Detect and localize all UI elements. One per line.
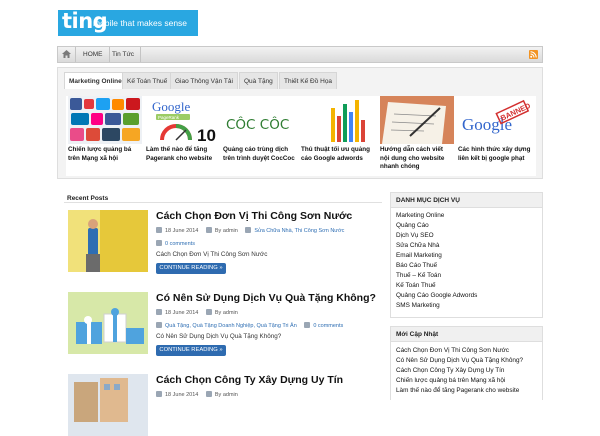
post-author[interactable]: By admin: [215, 310, 238, 316]
tab-qua-tang[interactable]: Quà Tặng: [239, 72, 278, 89]
writing-thumbnail: [380, 96, 454, 144]
nav-news[interactable]: Tin Tức: [106, 47, 142, 62]
post-excerpt: Cách Chọn Đơn Vị Thi Công Sơn Nước: [156, 251, 268, 258]
post-thumbnail[interactable]: [68, 374, 148, 436]
calendar-icon: [156, 391, 162, 397]
coccoc-logo-text: CÔC CÔC: [226, 115, 289, 133]
featured-caption: Quảng cáo trùng dịch trên trình duyệt Co…: [223, 146, 295, 162]
calendar-icon: [156, 309, 162, 315]
update-link[interactable]: Làm thế nào để tăng Pagerank cho website: [396, 387, 519, 394]
service-link[interactable]: Quảng Cáo: [396, 222, 429, 229]
comment-count[interactable]: 0 comments: [165, 241, 195, 247]
tab-thiet-ke-do-hoa[interactable]: Thiết Kế Đồ Họa: [279, 72, 338, 89]
post-title[interactable]: Cách Chọn Đơn Vị Thi Công Sơn Nước: [156, 210, 352, 222]
featured-caption: Hướng dẫn cách viết nội dung cho website…: [380, 146, 445, 170]
featured-caption: Chiến lược quảng bá trên Mạng xã hội: [68, 146, 132, 162]
featured-box: Marketing Online Kế Toán Thuế Giao Thông…: [57, 67, 543, 179]
folder-icon: [156, 322, 162, 328]
update-link[interactable]: Cách Chọn Công Ty Xây Dựng Uy Tín: [396, 367, 504, 374]
service-link[interactable]: Báo Cáo Thuế: [396, 262, 437, 269]
rss-icon[interactable]: [529, 50, 538, 59]
post-meta: 18 June 2014 By admin: [156, 309, 244, 316]
featured-item[interactable]: Google BANNED Các hình thức xây dựng liê…: [458, 96, 532, 163]
service-link[interactable]: Sửa Chữa Nhà: [396, 242, 439, 249]
pagerank-thumbnail: Google PageRank 10: [146, 96, 220, 144]
tab-marketing-online[interactable]: Marketing Online: [64, 72, 127, 89]
continue-reading-button[interactable]: CONTINUE READING »: [156, 263, 226, 274]
logo-tagline: mobile that makes sense: [93, 18, 188, 28]
tab-ke-toan-thue[interactable]: Kế Toán Thuế: [122, 72, 173, 89]
post-date: 18 June 2014: [165, 228, 199, 234]
tab-giao-thong-van-tai[interactable]: Giao Thông Vận Tải: [170, 72, 238, 89]
user-icon: [205, 309, 212, 315]
comment-count[interactable]: 0 comments: [313, 323, 343, 329]
post-item: Cách Chọn Công Ty Xây Dựng Uy Tín 18 Jun…: [68, 374, 382, 436]
service-link[interactable]: Kế Toán Thuế: [396, 282, 436, 289]
post-categories-row: Quà Tặng, Quà Tặng Doanh Nghiệp, Quà Tặn…: [156, 322, 343, 329]
widget-title: DANH MỤC DỊCH VỤ: [391, 193, 542, 208]
post-author[interactable]: By admin: [215, 228, 238, 234]
service-link[interactable]: Dịch Vụ SEO: [396, 232, 434, 239]
adwords-chart-thumbnail: [301, 96, 375, 144]
post-excerpt: Có Nên Sử Dụng Dịch Vụ Quà Tặng Không?: [156, 333, 282, 340]
post-comments[interactable]: 0 comments: [156, 240, 195, 247]
featured-item[interactable]: Chiến lược quảng bá trên Mạng xã hội: [68, 96, 142, 163]
post-author[interactable]: By admin: [215, 392, 238, 398]
post-item: Cách Chọn Đơn Vị Thi Công Sơn Nước 18 Ju…: [68, 210, 382, 280]
service-link[interactable]: Quảng Cáo Google Adwords: [396, 292, 477, 299]
update-link[interactable]: Cách Chọn Đơn Vị Thi Công Sơn Nước: [396, 347, 509, 354]
site-logo[interactable]: ting mobile that makes sense: [58, 9, 198, 36]
featured-thumbnails: Chiến lược quảng bá trên Mạng xã hội Goo…: [66, 96, 536, 176]
featured-caption: Các hình thức xây dựng liên kết bị googl…: [458, 146, 531, 162]
comment-icon: [304, 322, 311, 328]
post-title[interactable]: Có Nên Sử Dụng Dịch Vụ Quà Tặng Không?: [156, 292, 376, 304]
post-meta: 18 June 2014 By admin: [156, 391, 244, 398]
continue-reading-button[interactable]: CONTINUE READING »: [156, 345, 226, 356]
folder-icon: [245, 227, 252, 233]
main-nav: HOME Tin Tức: [57, 46, 543, 63]
home-icon[interactable]: [58, 47, 76, 62]
update-link[interactable]: Có Nên Sử Dụng Dịch Vụ Quà Tặng Không?: [396, 357, 523, 364]
coccoc-thumbnail: CÔC CÔC: [223, 96, 297, 144]
comment-icon: [156, 240, 162, 246]
calendar-icon: [156, 227, 162, 233]
post-categories[interactable]: Quà Tặng, Quà Tặng Doanh Nghiệp, Quà Tặn…: [165, 323, 297, 329]
featured-caption: Thủ thuật tối ưu quảng cáo Google adword…: [301, 146, 370, 162]
post-item: Có Nên Sử Dụng Dịch Vụ Quà Tặng Không? 1…: [68, 292, 382, 362]
post-title[interactable]: Cách Chọn Công Ty Xây Dựng Uy Tín: [156, 374, 343, 386]
widget-title: Mới Cập Nhật: [391, 327, 542, 342]
featured-item[interactable]: Hướng dẫn cách viết nội dung cho website…: [380, 96, 454, 172]
post-thumbnail[interactable]: [68, 210, 148, 272]
service-link[interactable]: SMS Marketing: [396, 302, 440, 309]
post-meta: 18 June 2014 By admin Sửa Chữa Nhà, Thi …: [156, 227, 350, 234]
nav-home[interactable]: HOME: [77, 47, 110, 62]
update-link[interactable]: Chiến lược quảng bá trên Mạng xã hội: [396, 377, 505, 384]
service-category-widget: DANH MỤC DỊCH VỤ Marketing Online Quảng …: [390, 192, 543, 318]
service-link[interactable]: Thuế – Kế Toán: [396, 272, 441, 279]
google-logo-text: Google: [152, 99, 191, 114]
recent-updates-widget: Mới Cập Nhật Cách Chọn Đơn Vị Thi Công S…: [390, 326, 543, 400]
featured-caption: Làm thế nào để tăng Pagerank cho website: [146, 146, 213, 162]
featured-item[interactable]: Thủ thuật tối ưu quảng cáo Google adword…: [301, 96, 375, 163]
post-date: 18 June 2014: [165, 392, 199, 398]
pagerank-number: 10: [197, 126, 216, 144]
service-link[interactable]: Email Marketing: [396, 252, 442, 259]
social-media-thumbnail: [68, 96, 142, 144]
featured-item[interactable]: Google PageRank 10 Làm thế nào để tăng P…: [146, 96, 220, 163]
post-categories[interactable]: Sửa Chữa Nhà, Thi Công Sơn Nước: [254, 228, 344, 234]
featured-item[interactable]: CÔC CÔC Quảng cáo trùng dịch trên trình …: [223, 96, 297, 163]
user-icon: [205, 227, 212, 233]
google-banned-thumbnail: Google BANNED: [458, 96, 532, 144]
pagerank-badge: PageRank: [158, 115, 180, 120]
service-link[interactable]: Marketing Online: [396, 212, 444, 219]
post-thumbnail[interactable]: [68, 292, 148, 354]
recent-posts-heading: Recent Posts: [67, 195, 109, 202]
post-date: 18 June 2014: [165, 310, 199, 316]
user-icon: [205, 391, 212, 397]
divider: [64, 202, 382, 203]
